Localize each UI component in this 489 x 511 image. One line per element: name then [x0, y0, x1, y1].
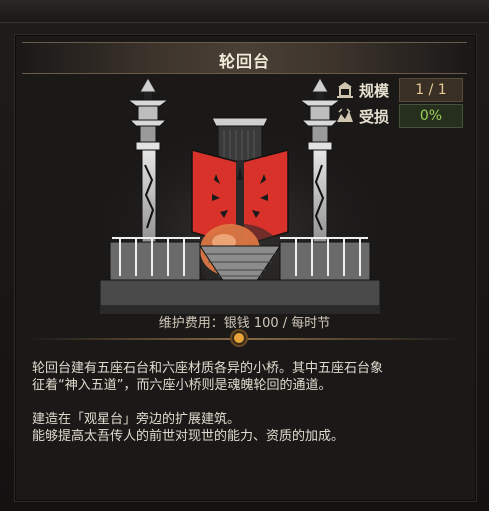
stat-row-scale: 规模 1 / 1	[335, 78, 465, 102]
background-top-strip	[0, 0, 489, 23]
building-scale-icon	[337, 82, 353, 98]
building-description: 轮回台建有五座石台和六座材质各异的小桥。其中五座石台象 征着“神入五道”，而六座…	[32, 360, 452, 445]
tooltip-window: 轮回台 规模 1 / 1 受损 0% 维护费用：银钱 100 / 每时节 轮回台…	[0, 0, 489, 511]
description-line-4: 能够提高太吾传人的前世对现世的能力、资质的加成。	[32, 429, 345, 444]
divider-ornament	[232, 331, 246, 345]
damage-label: 受损	[359, 108, 390, 126]
scale-value: 1 / 1	[399, 78, 463, 102]
scale-label: 规模	[359, 82, 390, 100]
stat-row-damage: 受损 0%	[335, 104, 465, 128]
damage-value: 0%	[399, 104, 463, 128]
maintenance-cost: 维护费用：银钱 100 / 每时节	[158, 316, 331, 331]
description-line-3: 建造在「观星台」旁边的扩展建筑。	[32, 412, 241, 427]
description-line-1: 轮回台建有五座石台和六座材质各异的小桥。其中五座石台象	[32, 361, 384, 376]
stairs-and-rails	[100, 237, 380, 314]
damage-icon	[337, 108, 353, 122]
description-line-2: 征着“神入五道”，而六座小桥则是魂魄轮回的通道。	[32, 378, 332, 393]
building-title: 轮回台	[218, 52, 270, 71]
